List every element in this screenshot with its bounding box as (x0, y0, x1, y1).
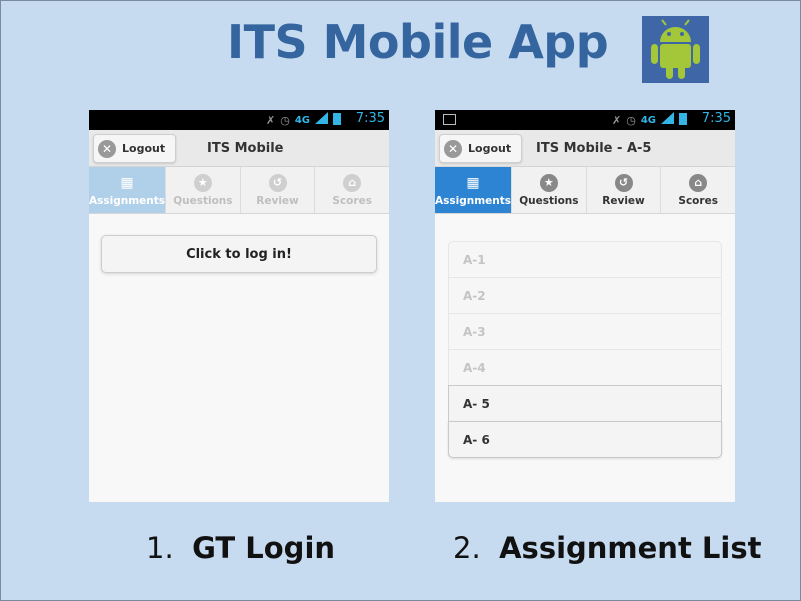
list-item[interactable]: A- 5 (448, 385, 722, 421)
assignment-list: A-1 A-2 A-3 A-4 A- 5 A- 6 (448, 241, 722, 458)
android-logo-icon (642, 16, 709, 83)
battery-icon (333, 112, 341, 129)
status-bar: ✗ ◷ 4G 7:35 (89, 110, 389, 130)
app-header: ✕ Logout ITS Mobile - A-5 (435, 130, 735, 167)
refresh-icon: ↺ (268, 173, 287, 192)
alarm-icon: ◷ (280, 113, 290, 127)
image-notification-icon (443, 114, 456, 125)
tab-review[interactable]: ↺ Review (241, 167, 316, 213)
login-button[interactable]: Click to log in! (101, 235, 377, 273)
header-title: ITS Mobile (207, 141, 284, 156)
header-title: ITS Mobile - A-5 (536, 141, 652, 156)
list-item[interactable]: A- 6 (448, 421, 722, 458)
star-icon: ★ (539, 173, 558, 192)
logout-button[interactable]: ✕ Logout (93, 134, 177, 163)
logout-button[interactable]: ✕ Logout (439, 134, 523, 163)
mute-icon: ✗ (266, 113, 276, 127)
close-icon: ✕ (444, 139, 462, 158)
tab-bar: ▦ Assignments ★ Questions ↺ Review ⌂ Sco… (89, 167, 389, 214)
tab-bar: ▦ Assignments ★ Questions ↺ Review ⌂ Sco… (435, 167, 735, 214)
clock: 7:35 (355, 111, 385, 126)
tab-questions[interactable]: ★ Questions (512, 167, 587, 213)
tab-review[interactable]: ↺ Review (587, 167, 662, 213)
list-item: A-3 (448, 313, 722, 349)
logout-label: Logout (468, 142, 512, 155)
caption-gt-login: 1. GT Login (146, 531, 336, 565)
tab-assignments[interactable]: ▦ Assignments (89, 167, 167, 213)
signal-icon (315, 112, 328, 128)
battery-icon (679, 112, 687, 129)
status-bar: ✗ ◷ 4G 7:35 (435, 110, 735, 130)
mute-icon: ✗ (612, 113, 622, 127)
logout-label: Logout (122, 142, 166, 155)
clock: 7:35 (701, 111, 731, 126)
home-icon: ⌂ (689, 173, 708, 192)
grid-icon: ▦ (466, 174, 480, 191)
app-header: ✕ Logout ITS Mobile (89, 130, 389, 167)
network-type-icon: 4G (294, 114, 310, 126)
star-icon: ★ (193, 173, 212, 192)
tab-questions[interactable]: ★ Questions (166, 167, 241, 213)
caption-assignment-list: 2. Assignment List (453, 531, 762, 565)
close-icon: ✕ (98, 139, 116, 158)
tab-assignments[interactable]: ▦ Assignments (435, 167, 513, 213)
grid-icon: ▦ (120, 174, 134, 191)
list-item: A-4 (448, 349, 722, 385)
alarm-icon: ◷ (626, 113, 636, 127)
slide-title: ITS Mobile App (227, 15, 609, 69)
signal-icon (661, 112, 674, 128)
tab-scores[interactable]: ⌂ Scores (661, 167, 735, 213)
login-screen: ✗ ◷ 4G 7:35 ✕ Logout ITS Mobile ▦ Assign… (89, 110, 389, 502)
assignment-list-screen: ✗ ◷ 4G 7:35 ✕ Logout ITS Mobile - A-5 ▦ … (435, 110, 735, 502)
refresh-icon: ↺ (614, 173, 633, 192)
list-item: A-2 (448, 277, 722, 313)
list-item: A-1 (448, 241, 722, 277)
home-icon: ⌂ (343, 173, 362, 192)
tab-scores[interactable]: ⌂ Scores (315, 167, 389, 213)
network-type-icon: 4G (640, 114, 656, 126)
